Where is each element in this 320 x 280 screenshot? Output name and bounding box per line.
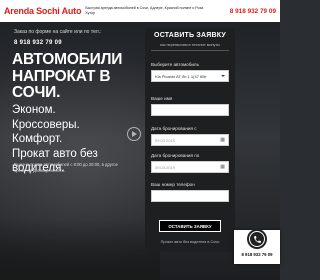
- car-select-value: Kia Picanto AT бп 1.1(47 КВт: [155, 73, 207, 79]
- booking-form: ОСТАВИТЬ ЗАЯВКУ мы перезвоним в течение …: [145, 28, 235, 252]
- work-hours-text: Выдача приём автомобилей с 8:00 до 20:00…: [14, 162, 118, 173]
- calendar-icon[interactable]: ▦: [220, 137, 225, 143]
- order-phone-link[interactable]: 8 918 932 79 09: [14, 40, 62, 46]
- phone-input[interactable]: [151, 190, 229, 202]
- feature-crossovers: Кроссоверы.: [12, 118, 80, 131]
- callback-phone: 8 918 932 79 09: [241, 252, 273, 257]
- end-date-label: Дата бронирования по: [151, 153, 200, 158]
- form-divider: [151, 50, 229, 51]
- end-date-input[interactable]: 09.03.2019 ▦: [151, 161, 229, 173]
- form-title: ОСТАВИТЬ ЗАЯВКУ: [154, 32, 226, 39]
- start-date-placeholder: 09.03.2019: [155, 137, 176, 143]
- phone-icon[interactable]: [249, 231, 265, 247]
- chevron-down-icon: [221, 75, 225, 77]
- car-select-label: Выберите автомобиль: [151, 62, 199, 67]
- submit-button[interactable]: ОСТАВИТЬ ЗАЯВКУ: [159, 220, 221, 232]
- form-subtitle: мы перезвоним в течение минуты: [160, 43, 220, 47]
- name-label: Ваше имя: [151, 96, 173, 101]
- site-logo[interactable]: Arenda Sochi Auto: [4, 6, 81, 16]
- end-date-placeholder: 09.03.2019: [155, 164, 176, 170]
- order-hint-text: Заказ по форме на сайте или по тел.:: [14, 29, 102, 35]
- start-date-input[interactable]: 09.03.2019 ▦: [151, 134, 229, 146]
- callback-widget[interactable]: 8 918 932 79 09: [234, 230, 280, 264]
- site-header: Arenda Sochi Auto Быстрая аренда автомоб…: [0, 0, 280, 22]
- feature-economy: Эконом.: [12, 104, 56, 116]
- car-select[interactable]: Kia Picanto AT бп 1.1(47 КВт: [151, 70, 229, 82]
- phone-label: Ваш номер телефон: [151, 182, 195, 187]
- name-input[interactable]: [151, 104, 229, 116]
- hero-road-image: [0, 220, 160, 280]
- form-note: Прокат авто без водителя в Сочи: [160, 240, 220, 244]
- header-phone-link[interactable]: 8 918 932 79 09: [230, 8, 276, 15]
- calendar-icon[interactable]: ▦: [220, 164, 225, 170]
- start-date-label: Дата бронирования с: [151, 126, 197, 131]
- header-description: Быстрая аренда автомобилей в Сочи, Адлер…: [85, 6, 204, 15]
- hero-headline: АВТОМОБИЛИ НАПРОКАТ В СОЧИ.: [12, 51, 123, 101]
- play-icon: [127, 127, 141, 141]
